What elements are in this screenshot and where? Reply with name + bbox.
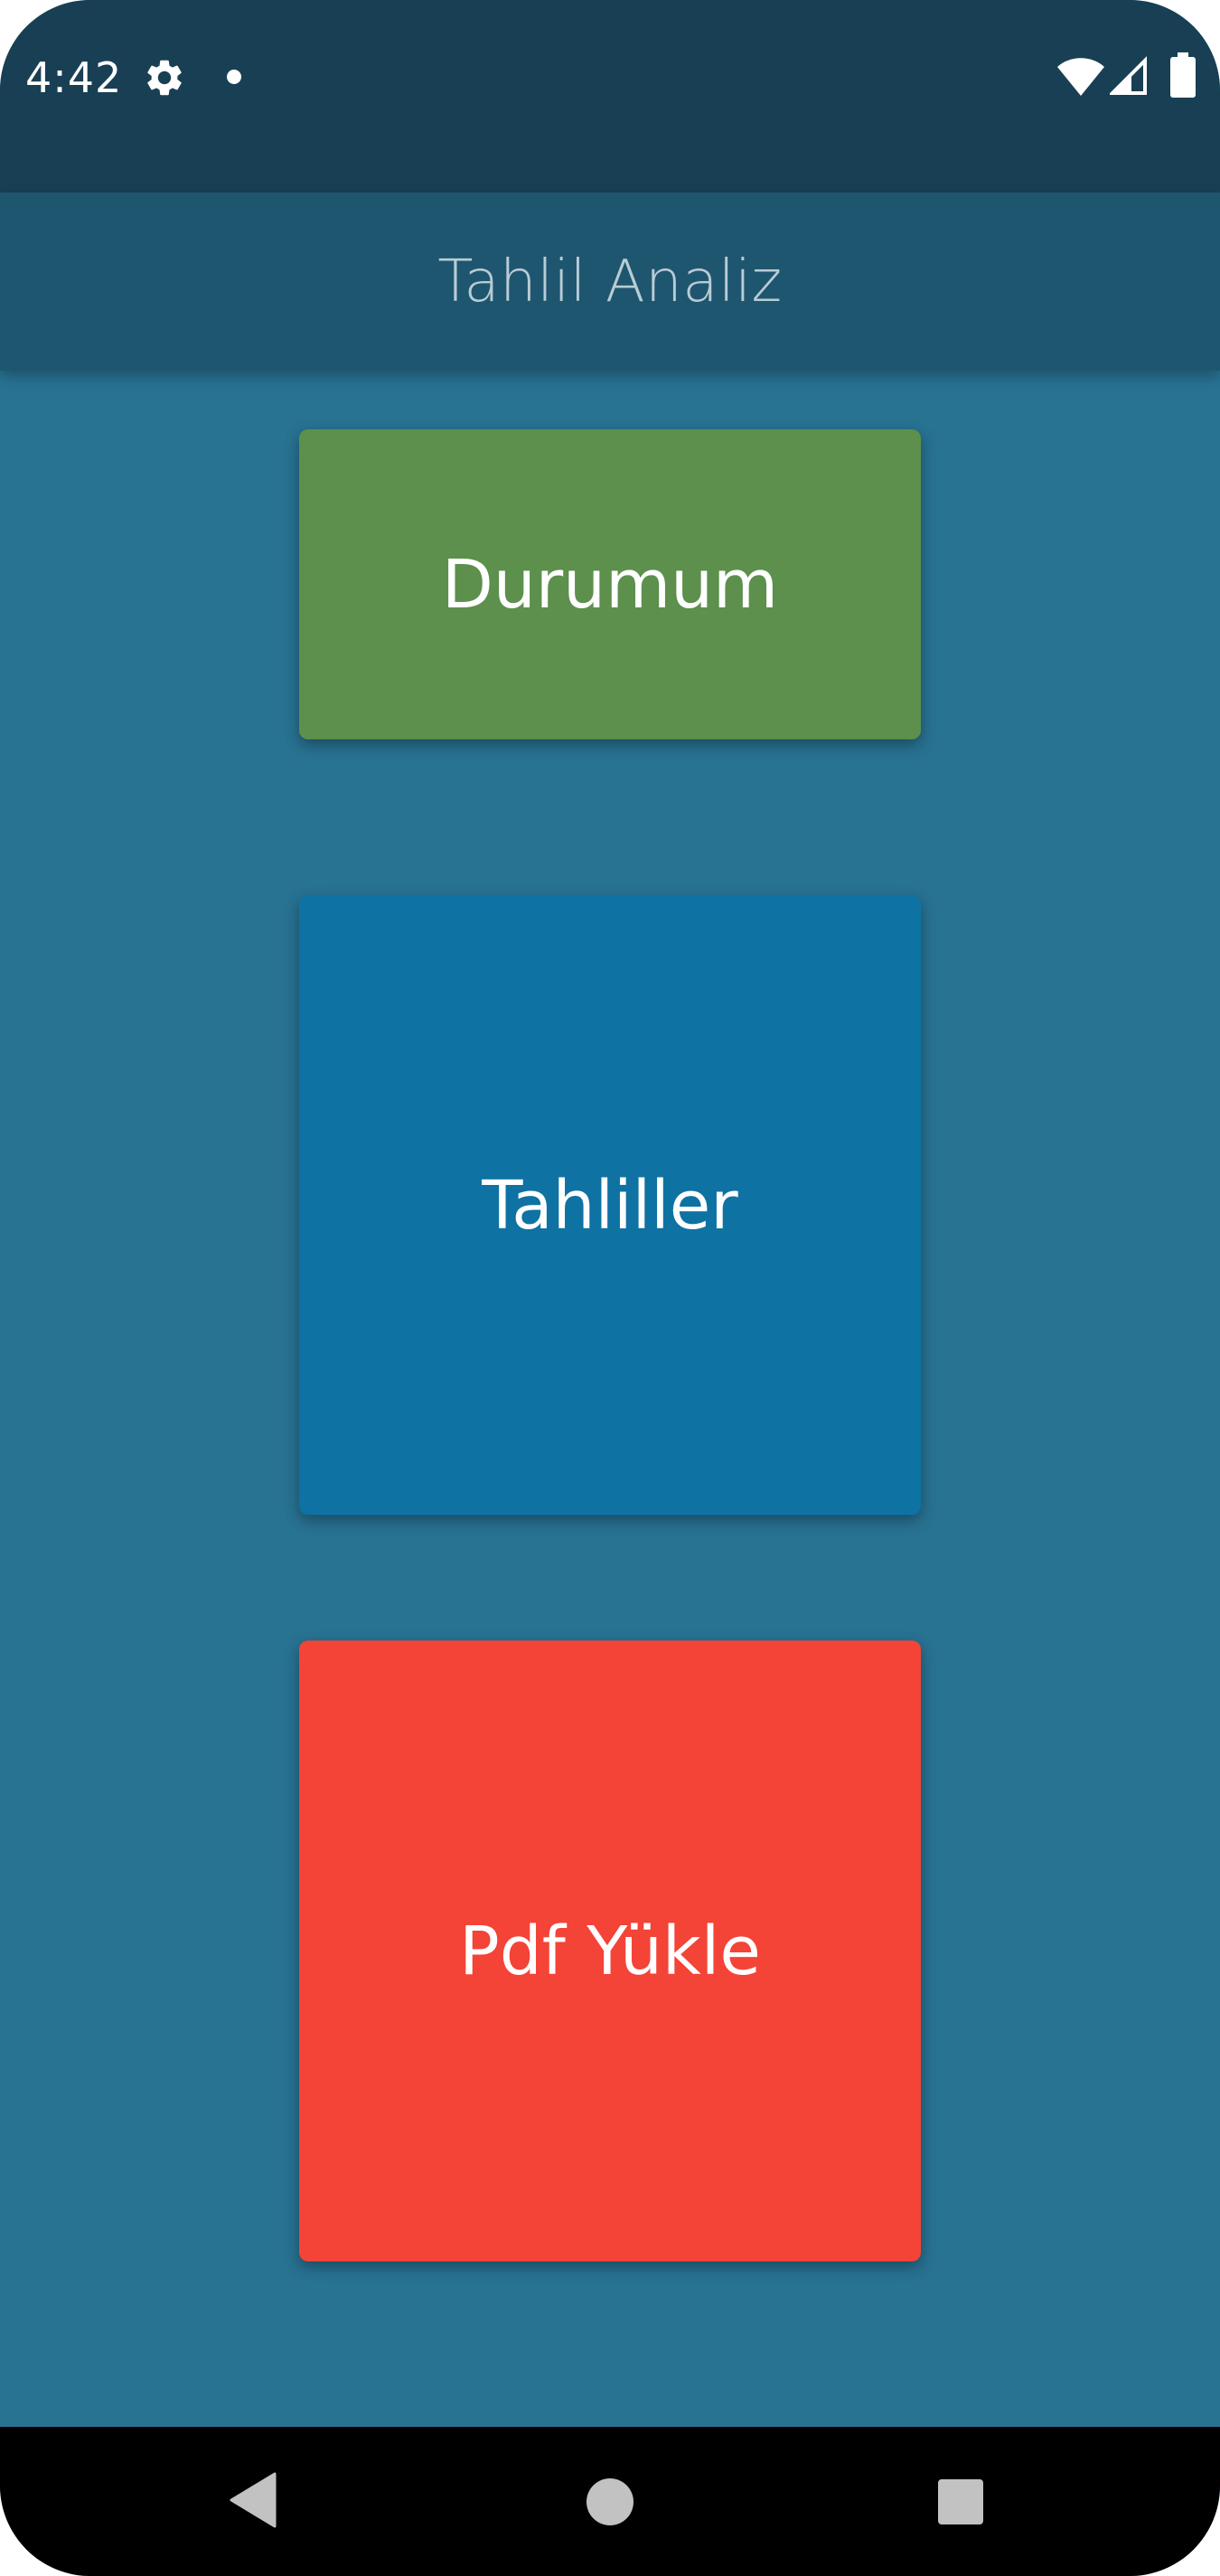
home-icon[interactable] [587,2478,633,2525]
status-time: 4:42 [25,53,123,102]
navigation-bar [0,2427,1220,2576]
back-icon[interactable] [230,2472,277,2528]
device-screen: 4:42 Tahlil Analiz Durumum Tahliller Pdf… [0,0,1220,2576]
wifi-icon [1057,58,1104,96]
notification-dot-icon [227,70,241,84]
status-bar: 4:42 [0,0,1220,193]
app-bar: Tahlil Analiz [0,193,1220,371]
app-title: Tahlil Analiz [437,248,783,315]
signal-icon [1108,56,1148,96]
durumum-button[interactable]: Durumum [299,429,921,739]
gear-icon [143,56,186,99]
tahliller-button[interactable]: Tahliller [299,896,921,1515]
recents-icon[interactable] [938,2479,983,2524]
pdf-upload-button[interactable]: Pdf Yükle [299,1641,921,2261]
battery-icon [1170,52,1196,98]
